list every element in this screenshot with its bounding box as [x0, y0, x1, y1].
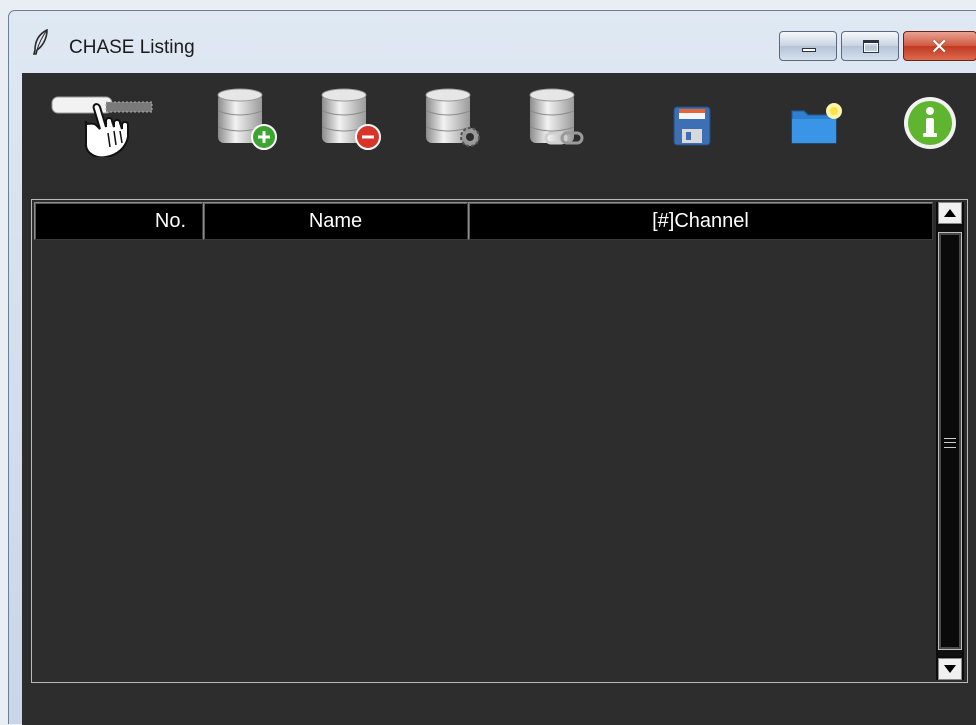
arrow-down-icon [944, 665, 956, 673]
scroll-up-button[interactable] [938, 202, 962, 224]
feather-icon [32, 29, 48, 55]
table-header: No. Name [#]Channel [34, 202, 934, 240]
database-settings-button[interactable] [420, 87, 500, 157]
database-remove-icon [321, 88, 381, 150]
add-record-button[interactable] [212, 87, 292, 157]
column-header-no[interactable]: No. [34, 202, 203, 240]
client-area: No. Name [#]Channel [22, 73, 976, 725]
database-add-icon [217, 88, 277, 150]
chase-listing-window: CHASE Listing ✕ No. Name [#]Channel [8, 10, 976, 725]
minimize-icon [802, 48, 816, 52]
folder-open-icon [791, 103, 842, 144]
scroll-thumb[interactable] [938, 232, 962, 650]
close-icon: ✕ [930, 34, 949, 59]
minimize-button[interactable] [779, 31, 837, 61]
info-icon [904, 97, 956, 149]
vertical-scrollbar[interactable] [936, 202, 964, 680]
database-link-icon [529, 88, 584, 145]
close-button[interactable]: ✕ [903, 31, 976, 61]
open-folder-button[interactable] [784, 87, 864, 157]
database-settings-icon [425, 88, 480, 147]
window-title: CHASE Listing [69, 37, 195, 58]
select-tool-button[interactable] [36, 87, 160, 157]
grip-icon [944, 438, 956, 448]
arrow-up-icon [944, 209, 956, 217]
maximize-button[interactable] [841, 31, 899, 61]
title-bar[interactable]: CHASE Listing ✕ [9, 11, 976, 73]
scroll-down-button[interactable] [938, 658, 962, 680]
maximize-icon [863, 40, 879, 53]
column-header-name[interactable]: Name [203, 202, 468, 240]
floppy-save-icon [673, 106, 711, 146]
save-button[interactable] [662, 87, 742, 157]
remove-record-button[interactable] [316, 87, 396, 157]
database-link-button[interactable] [524, 87, 604, 157]
column-header-channel[interactable]: [#]Channel [468, 202, 933, 240]
hand-pointer-icon [51, 96, 153, 157]
info-button[interactable] [892, 87, 972, 157]
chase-table: No. Name [#]Channel [31, 199, 968, 683]
